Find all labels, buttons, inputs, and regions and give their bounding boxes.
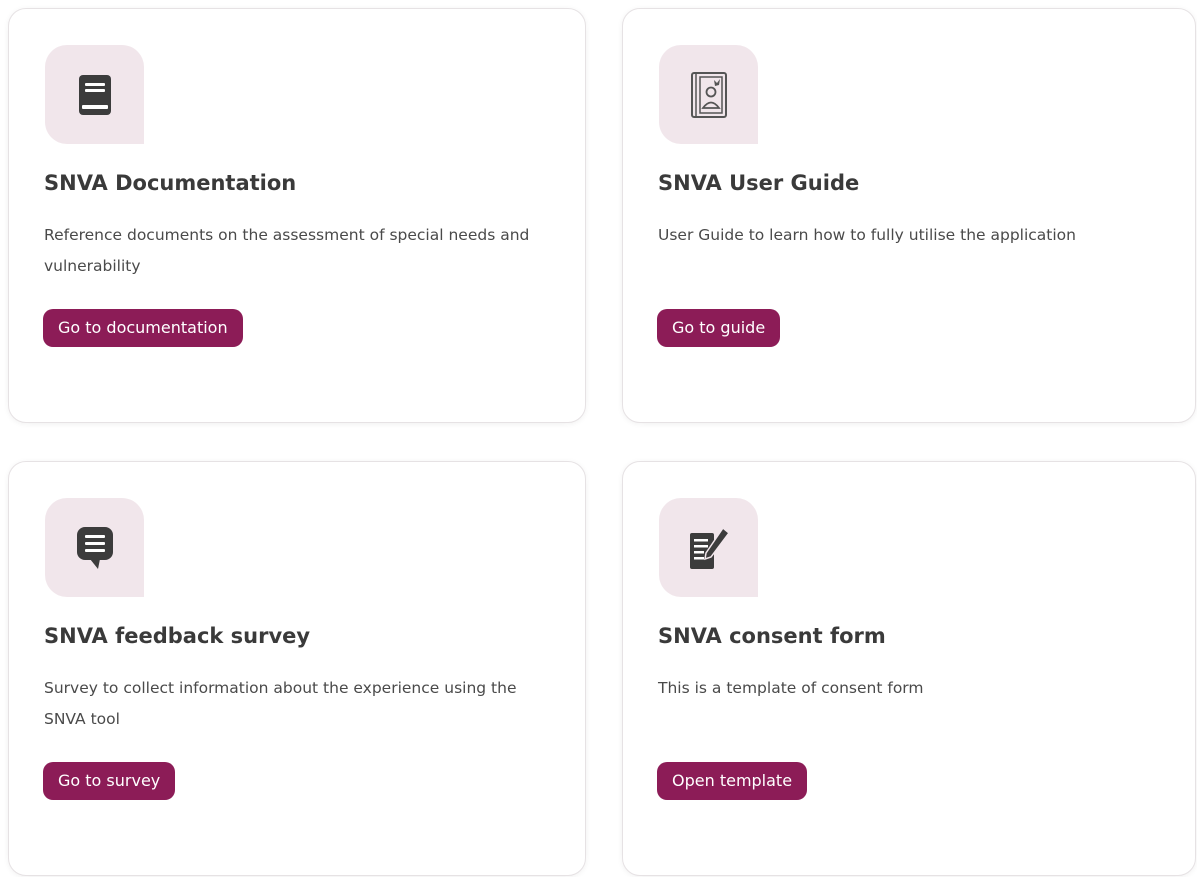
card-title: SNVA consent form bbox=[658, 624, 886, 648]
card-description: Reference documents on the assessment of… bbox=[44, 226, 530, 275]
icon-container bbox=[659, 498, 758, 597]
form-edit-icon bbox=[686, 525, 732, 571]
go-to-survey-button[interactable]: Go to survey bbox=[43, 762, 176, 800]
speech-bubble-icon bbox=[76, 526, 114, 570]
book-icon bbox=[78, 74, 112, 116]
card-consent-form: SNVA consent form This is a template of … bbox=[622, 461, 1196, 876]
card-user-guide: SNVA User Guide User Guide to learn how … bbox=[622, 8, 1196, 423]
card-description: User Guide to learn how to fully utilise… bbox=[658, 226, 1076, 244]
user-guide-book-icon bbox=[690, 71, 728, 119]
card-title: SNVA Documentation bbox=[44, 171, 297, 195]
card-feedback-survey: SNVA feedback survey Survey to collect i… bbox=[8, 461, 586, 876]
go-to-guide-button[interactable]: Go to guide bbox=[657, 309, 781, 347]
open-template-button[interactable]: Open template bbox=[657, 762, 808, 800]
card-title: SNVA feedback survey bbox=[44, 624, 311, 648]
icon-container bbox=[659, 45, 758, 144]
card-documentation: SNVA Documentation Reference documents o… bbox=[8, 8, 586, 423]
icon-container bbox=[45, 45, 144, 144]
card-description: Survey to collect information about the … bbox=[44, 679, 517, 728]
card-title: SNVA User Guide bbox=[658, 171, 860, 195]
icon-container bbox=[45, 498, 144, 597]
card-description: This is a template of consent form bbox=[658, 679, 924, 697]
resources-grid: SNVA Documentation Reference documents o… bbox=[0, 0, 1197, 877]
go-to-documentation-button[interactable]: Go to documentation bbox=[43, 309, 243, 347]
